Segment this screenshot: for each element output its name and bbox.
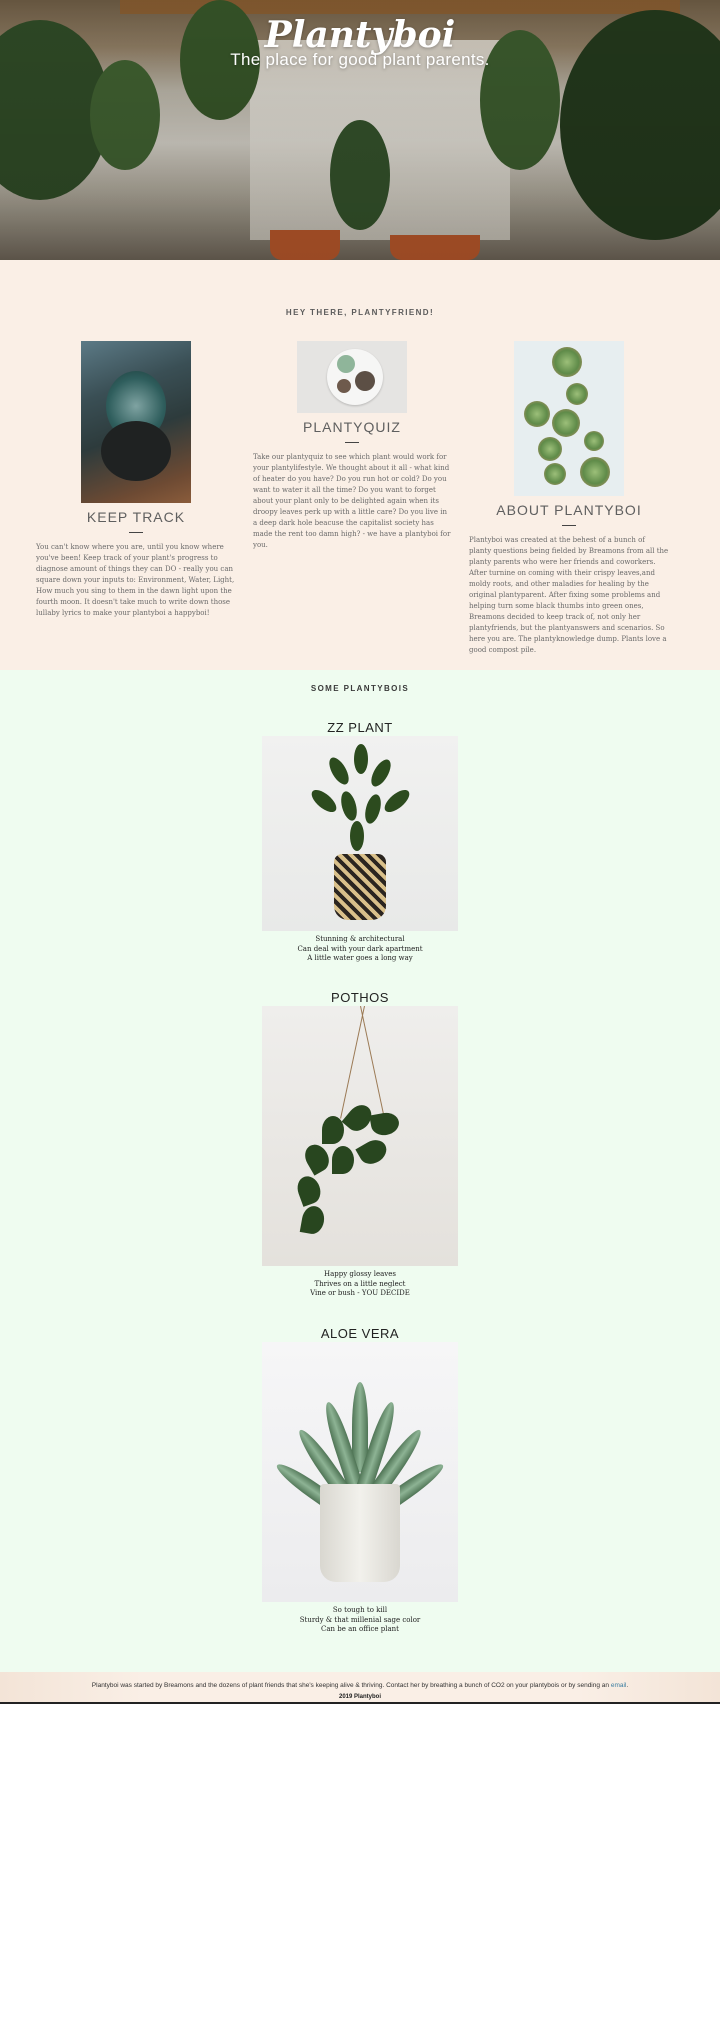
about-text: Plantyboi was created at the behest of a… <box>469 536 669 654</box>
divider <box>345 442 359 443</box>
hero-banner: Plantyboi The place for good plant paren… <box>0 0 720 260</box>
footer-text-end: . <box>626 1682 629 1689</box>
email-link[interactable]: email <box>611 1682 627 1689</box>
plant-note: Can be an office plant <box>321 1625 399 1633</box>
plant-card-aloe: ALOE VERA So tough to kill Sturdy & that… <box>262 1326 458 1635</box>
plant-note: A little water goes a long way <box>307 954 413 962</box>
copyright: 2019 Plantyboi <box>338 1694 382 1700</box>
footer-text-body: Plantyboi was started by Breamons and th… <box>91 1682 611 1689</box>
keep-track-photo <box>81 341 191 503</box>
plant-name: ZZ PLANT <box>327 720 393 735</box>
copyright-bar <box>0 1702 720 1704</box>
plant-name: POTHOS <box>331 990 389 1005</box>
plant-notes: Stunning & architectural Can deal with y… <box>262 935 458 964</box>
plant-notes: So tough to kill Sturdy & that millenial… <box>262 1606 458 1635</box>
footer-text: Plantyboi was started by Breamons and th… <box>0 1682 720 1689</box>
site-tagline: The place for good plant parents. <box>230 50 490 69</box>
plant-note: So tough to kill <box>332 1606 388 1614</box>
plant-note: Stunning & architectural <box>315 935 405 943</box>
zz-plant-photo <box>262 736 458 931</box>
plant-note: Thrives on a little neglect <box>314 1279 406 1288</box>
plantyquiz-photo <box>297 341 407 413</box>
column-plantyquiz: PLANTYQUIZ Take our plantyquiz to see wh… <box>253 341 451 551</box>
about-photo <box>514 341 624 496</box>
divider <box>129 532 143 533</box>
about-title: ABOUT PLANTYBOI <box>496 502 642 518</box>
plant-note: Happy glossy leaves <box>324 1270 396 1278</box>
column-about: ABOUT PLANTYBOI Plantyboi was created at… <box>469 341 669 656</box>
intro-section: HEY THERE, PLANTYFRIEND! KEEP TRACK You … <box>0 260 720 670</box>
plant-card-zz: ZZ PLANT Stunning & architectural Can de… <box>262 720 458 964</box>
aloe-vera-photo <box>262 1342 458 1602</box>
plants-heading: SOME PLANTYBOIS <box>310 684 410 693</box>
divider <box>562 525 576 526</box>
plant-note: Vine or bush - YOU DECIDE <box>310 1289 410 1297</box>
pothos-photo <box>262 1006 458 1266</box>
plant-note: Sturdy & that millenial sage color <box>299 1615 421 1624</box>
intro-heading: HEY THERE, PLANTYFRIEND! <box>285 308 435 317</box>
plantyquiz-title: PLANTYQUIZ <box>303 419 401 435</box>
column-keep-track: KEEP TRACK You can't know where you are,… <box>36 341 236 619</box>
plant-name: ALOE VERA <box>320 1326 400 1341</box>
plant-card-pothos: POTHOS Happy glossy leaves Thrives on a … <box>262 990 458 1299</box>
plantyquiz-text: Take our plantyquiz to see which plant w… <box>253 453 451 549</box>
plant-notes: Happy glossy leaves Thrives on a little … <box>262 1270 458 1299</box>
keep-track-title: KEEP TRACK <box>86 509 186 525</box>
keep-track-text: You can't know where you are, until you … <box>36 543 235 617</box>
plant-note: Can deal with your dark apartment <box>297 944 423 953</box>
plants-section: SOME PLANTYBOIS ZZ PLANT Stunning & arch… <box>0 670 720 1672</box>
